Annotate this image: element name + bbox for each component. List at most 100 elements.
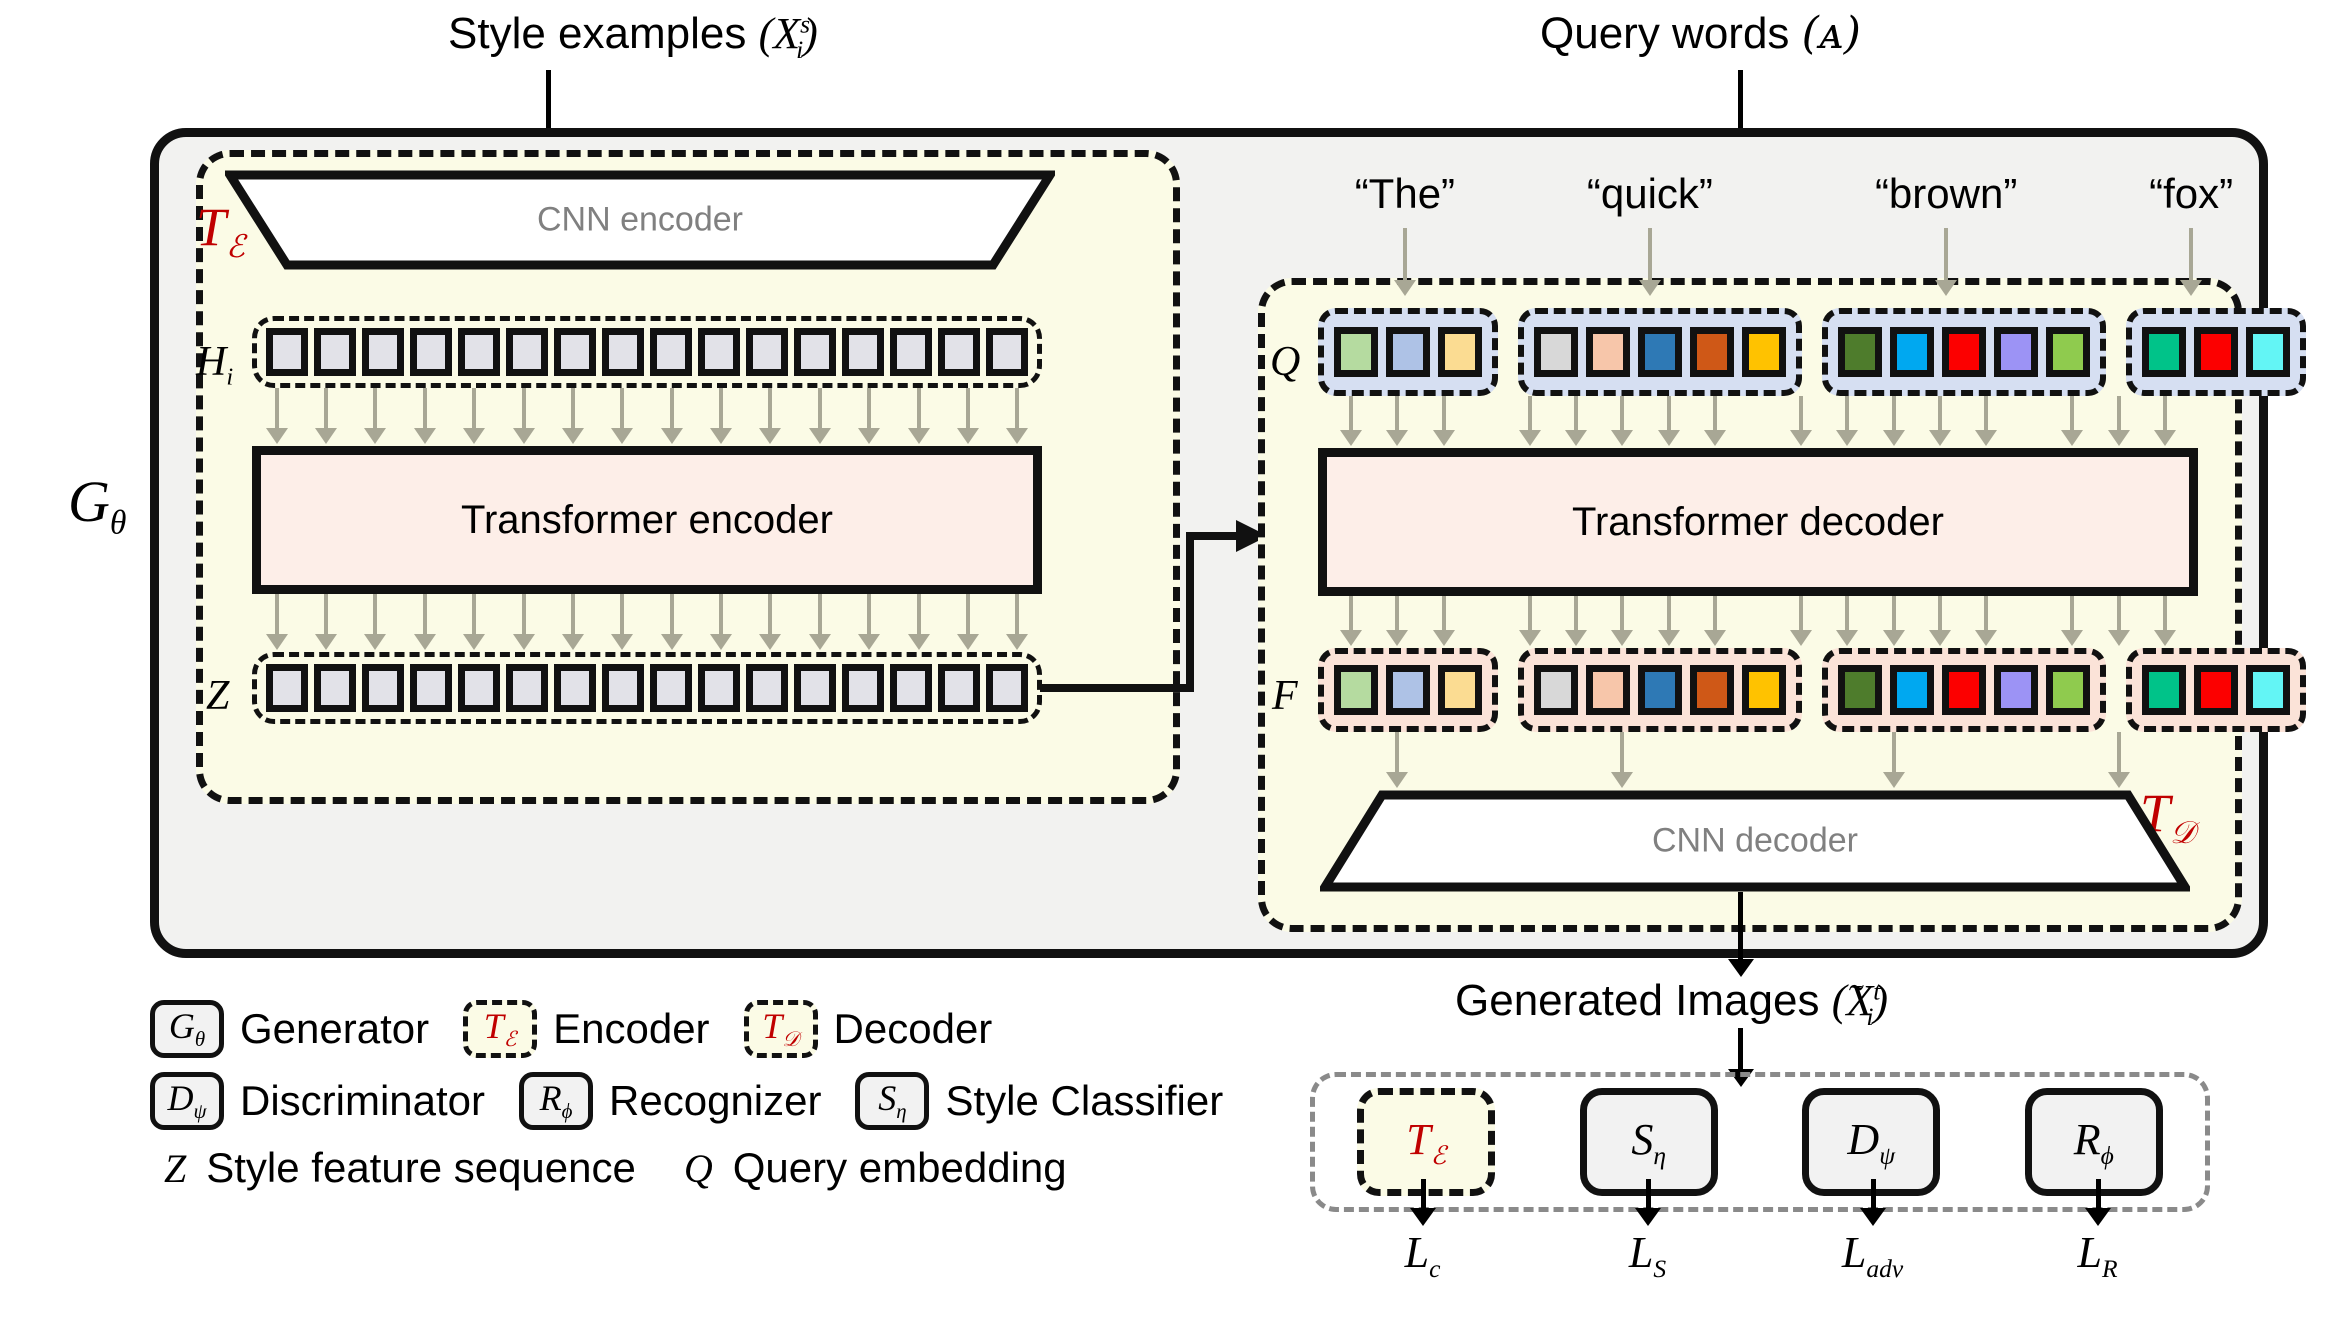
decoder-output-arrow (1666, 596, 1671, 632)
z-label: Z (206, 673, 230, 719)
legend-label: Generator (240, 1005, 430, 1052)
hi-feed-arrow (867, 388, 872, 430)
encoder-to-z-arrows (252, 594, 1042, 652)
hi-token-row (252, 316, 1042, 388)
decoder-output-arrow (1984, 596, 1989, 632)
legend-item: Rϕ Recognizer (519, 1072, 821, 1130)
f-feature-group (2126, 648, 2306, 732)
hi-feed-arrow (324, 388, 329, 430)
query-words-arrow (1738, 70, 1743, 132)
loss-labels-row: Lc LS Ladv LR (1310, 1179, 2210, 1295)
z-token-cell (698, 664, 740, 712)
loss-label: LR (2077, 1228, 2118, 1283)
legend-chip: T𝒟 (743, 1000, 818, 1058)
query-word-label: “fox” (2149, 170, 2234, 217)
hi-token-cell (746, 328, 788, 376)
q-feed-arrow (2162, 396, 2167, 432)
legend-item: Tℰ Encoder (463, 1000, 710, 1058)
q-embedding-group (1822, 308, 2106, 396)
f-feature-group (1822, 648, 2106, 732)
query-word-label: “quick” (1586, 170, 1713, 217)
q-embedding-cell (2246, 327, 2290, 377)
f-feature-cell (2246, 665, 2290, 715)
legend-label: Encoder (553, 1005, 710, 1052)
query-word-arrow (1944, 228, 1949, 282)
legend-item: T𝒟 Decoder (743, 1000, 992, 1058)
query-words-caption: Query words (ᴀ) (1540, 8, 1861, 59)
f-to-cnn-decoder-arrows (1318, 732, 2198, 790)
legend-item: Q Query embedding (670, 1144, 1067, 1192)
decoder-output-arrow (1527, 596, 1532, 632)
f-feature-cell (1994, 665, 2038, 715)
query-word-arrow (2189, 228, 2194, 282)
loss-label: Lc (1404, 1228, 1441, 1283)
f-feature-cell (1386, 665, 1430, 715)
q-feed-arrow (1574, 396, 1579, 432)
q-embedding-cell (1742, 327, 1786, 377)
decoder-output-arrow (1712, 596, 1717, 632)
loss-output-arrow (1645, 1179, 1651, 1209)
hi-feed-arrow (817, 388, 822, 430)
hi-token-cell (794, 328, 836, 376)
loss-output-arrow (1870, 1179, 1876, 1209)
hi-token-cell (938, 328, 980, 376)
hi-token-cell (506, 328, 548, 376)
q-embedding-group (1518, 308, 1802, 396)
legend-chip: Rϕ (519, 1072, 594, 1130)
z-token-cell (938, 664, 980, 712)
hi-label: Hi (196, 339, 234, 391)
legend-item: Gθ Generator (150, 1000, 429, 1058)
z-token-row (252, 652, 1042, 724)
z-token-cell (890, 664, 932, 712)
f-feature-cell (2194, 665, 2238, 715)
f-feature-cell (1890, 665, 1934, 715)
q-embedding-cell (1690, 327, 1734, 377)
encoder-output-arrow (570, 594, 575, 636)
hi-to-encoder-arrows (252, 388, 1042, 446)
f-feature-cell (2046, 665, 2090, 715)
decoder-output-arrow (1799, 596, 1804, 632)
hi-feed-arrow (768, 388, 773, 430)
q-embedding-cell (1994, 327, 2038, 377)
hi-token-cell (554, 328, 596, 376)
f-feature-cell (1690, 665, 1734, 715)
legend-row: Dψ Discriminator Rϕ Recognizer Sη Style Class… (150, 1072, 1330, 1130)
loss-modules-panel: Tℰ Sη Dψ Rϕ (1310, 1072, 2210, 1212)
loss-module-box[interactable]: Rϕ (2024, 1088, 2163, 1196)
loss-module-box[interactable]: Tℰ (1357, 1088, 1496, 1196)
hi-token-cell (842, 328, 884, 376)
legend-label: Style feature sequence (206, 1144, 636, 1191)
hi-token-cell (458, 328, 500, 376)
f-feature-cell (1942, 665, 1986, 715)
hi-feed-arrow (669, 388, 674, 430)
encoder-output-arrow (867, 594, 872, 636)
hi-feed-arrow (472, 388, 477, 430)
query-word-arrow (1402, 228, 1407, 282)
encoder-output-arrow (719, 594, 724, 636)
encoder-output-arrow (472, 594, 477, 636)
z-token-cell (362, 664, 404, 712)
legend-symbol: Z (164, 1145, 187, 1191)
hi-token-cell (698, 328, 740, 376)
encoder-output-arrow (768, 594, 773, 636)
legend-label: Discriminator (240, 1077, 486, 1124)
query-word-arrow (1647, 228, 1652, 282)
encoder-output-arrow (373, 594, 378, 636)
encoder-output-arrow (324, 594, 329, 636)
z-token-cell (458, 664, 500, 712)
query-word-label: “brown” (1874, 170, 2018, 217)
generated-images-symbol: (̃Xti) (1831, 976, 1889, 1031)
transformer-decoder-block: Transformer decoder (1318, 448, 2198, 596)
legend-row: Gθ Generator Tℰ Encoder T𝒟 Decoder (150, 1000, 1330, 1058)
generated-images-caption: Generated Images (̃Xti) (1455, 975, 1888, 1032)
query-word-label: “The” (1354, 170, 1456, 217)
f-feature-cell (1334, 665, 1378, 715)
q-feed-arrow (1937, 396, 1942, 432)
q-feed-arrow (1984, 396, 1989, 432)
legend-chip: Tℰ (463, 1000, 538, 1058)
z-token-cell (650, 664, 692, 712)
hi-feed-arrow (1015, 388, 1020, 430)
encoder-output-arrow (521, 594, 526, 636)
loss-label: Ladv (1841, 1228, 1904, 1283)
style-examples-arrow (546, 70, 551, 132)
